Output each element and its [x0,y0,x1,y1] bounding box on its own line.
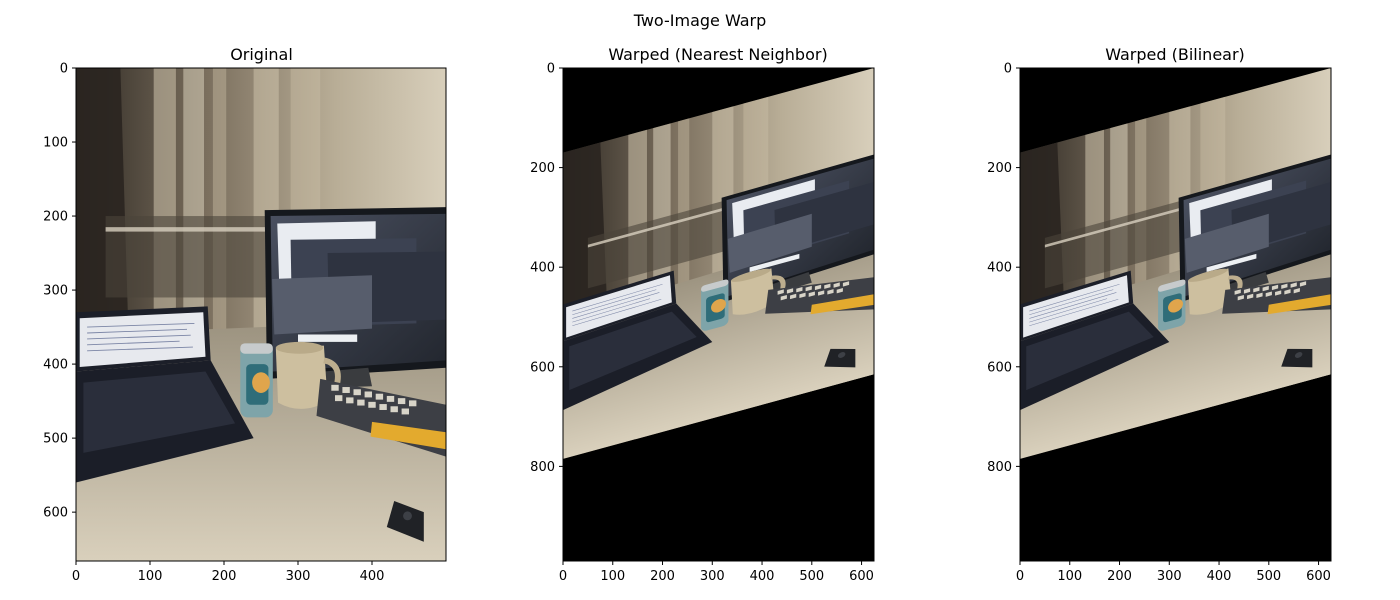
x-tick-label: 300 [700,569,725,584]
x-tick-label: 0 [1016,569,1024,584]
x-tick-label: 600 [849,569,874,584]
x-tick-label: 100 [138,569,163,584]
y-tick-label: 500 [43,432,68,447]
subplot-original: Original 0 100 200 300 400 0 100 200 300 400 500 60… [43,45,446,584]
y-tick-label: 800 [987,460,1012,475]
original-photo [76,68,446,561]
subplot-warped-bilinear: Warped (Bilinear) 0 100 200 300 400 500 600 0 20… [987,45,1332,584]
y-tick-label: 200 [987,161,1012,176]
subplot-title-original: Original [230,45,293,64]
x-tick-label: 300 [1157,569,1182,584]
y-tick-label: 100 [43,136,68,151]
x-tick-label: 100 [600,569,625,584]
y-tick-label: 300 [43,284,68,299]
subplot-title-warped-bilinear: Warped (Bilinear) [1105,45,1245,64]
y-tick-label: 400 [530,261,555,276]
warped-bilinear-image [1020,68,1331,561]
y-tick-label: 600 [987,360,1012,375]
y-tick-label: 200 [530,161,555,176]
y-tick-label: 400 [987,261,1012,276]
x-tick-label: 400 [750,569,775,584]
x-tick-label: 200 [650,569,675,584]
y-tick-label: 400 [43,358,68,373]
x-tick-label: 200 [212,569,237,584]
y-tick-label: 600 [43,506,68,521]
subplot-warped-nearest: Warped (Nearest Neighbor) 0 100 200 300 400 5… [530,45,875,584]
x-tick-label: 0 [559,569,567,584]
y-tick-label: 0 [547,62,555,77]
x-tick-label: 400 [360,569,385,584]
y-tick-label: 800 [530,460,555,475]
x-tick-label: 500 [799,569,824,584]
x-tick-label: 600 [1306,569,1331,584]
figure: Two-Image Warp Original 0 100 200 300 400 0 10… [43,11,1332,584]
y-tick-label: 0 [60,62,68,77]
y-tick-label: 200 [43,210,68,225]
y-tick-label: 0 [1004,62,1012,77]
original-image [76,68,446,561]
x-tick-label: 300 [286,569,311,584]
subplot-title-warped-nearest: Warped (Nearest Neighbor) [608,45,827,64]
x-tick-label: 100 [1057,569,1082,584]
x-tick-label: 0 [72,569,80,584]
x-tick-label: 500 [1256,569,1281,584]
x-tick-label: 400 [1207,569,1232,584]
warped-nearest-image [563,68,874,561]
x-tick-label: 200 [1107,569,1132,584]
figure-suptitle: Two-Image Warp [633,11,767,30]
y-tick-label: 600 [530,360,555,375]
